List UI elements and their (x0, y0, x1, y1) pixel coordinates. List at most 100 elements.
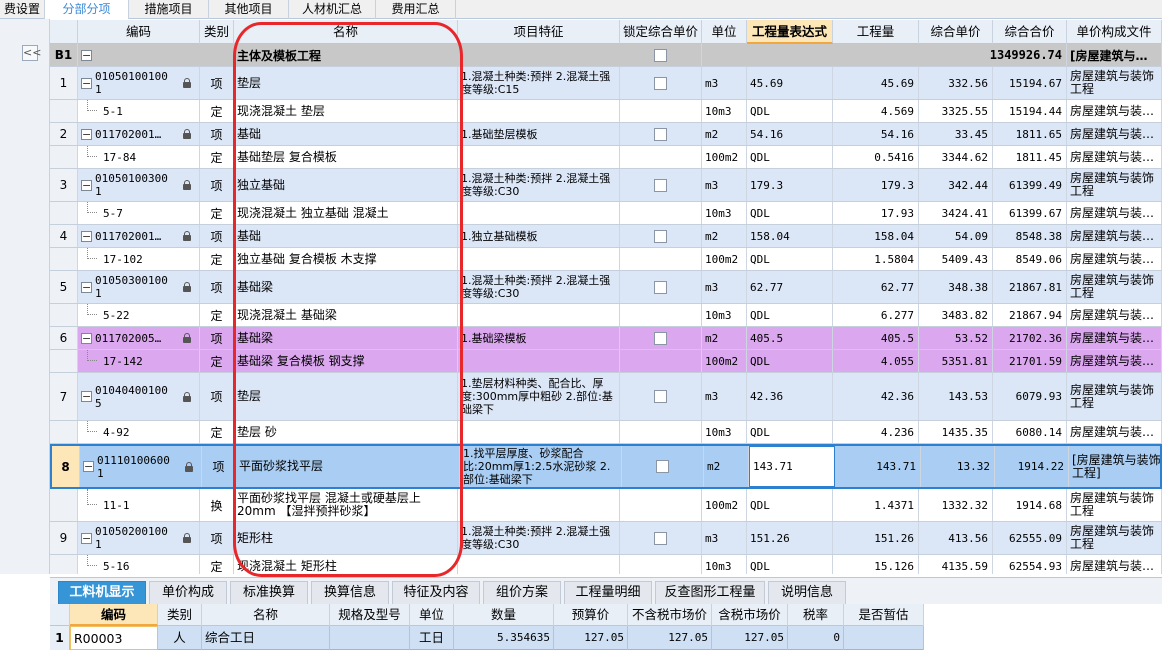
quota-sub-row[interactable]: 11-1 换平面砂浆找平层 混凝土或硬基层上 20mm 【湿拌预拌砂浆】 100m2… (50, 489, 1162, 522)
resource-col-market-in-tax[interactable]: 含税市场价 (712, 604, 788, 626)
resource-col-estimated[interactable]: 是否暂估 (844, 604, 924, 626)
collapse-panel-button[interactable]: << (22, 45, 41, 61)
bill-item-row[interactable]: 1−01050100100 1 项垫层 1.混凝土种类:预拌 2.混凝土强度等级:C… (50, 67, 1162, 100)
lock-price-cell[interactable] (622, 446, 704, 487)
lock-checkbox[interactable] (656, 460, 669, 473)
item-code-cell[interactable]: 5-7 (78, 202, 200, 224)
lock-price-cell[interactable] (620, 522, 702, 554)
collapse-toggle-icon[interactable]: − (81, 230, 92, 242)
tab-labor-material-summary[interactable]: 人材机汇总 (289, 0, 376, 19)
resource-col-unit[interactable]: 单位 (410, 604, 454, 626)
resource-col-quantity[interactable]: 数量 (454, 604, 554, 626)
collapse-toggle-icon[interactable]: − (81, 49, 92, 61)
lock-price-cell[interactable] (620, 327, 702, 349)
lock-price-cell[interactable] (620, 489, 702, 521)
lock-price-cell[interactable] (620, 169, 702, 201)
lock-price-cell[interactable] (620, 350, 702, 372)
qty-expression[interactable]: QDL (747, 100, 833, 122)
item-code-cell[interactable]: −01110100600 1 (80, 446, 202, 487)
lock-price-cell[interactable] (620, 271, 702, 303)
qty-expression[interactable]: QDL (747, 489, 833, 521)
lock-price-cell[interactable] (620, 555, 702, 574)
item-code-cell[interactable]: 5-22 (78, 304, 200, 326)
quota-sub-row[interactable]: 5-16 定现浇混凝土 矩形柱 10m3 QDL 15.126 4135.59 62554.… (50, 555, 1162, 574)
quota-sub-row[interactable]: 5-22 定现浇混凝土 基础梁 10m3 QDL 6.277 3483.82 21867.9… (50, 304, 1162, 327)
qty-expression[interactable]: QDL (747, 304, 833, 326)
section-row[interactable]: B1 − 主体及模板工程 1349926.74 [房屋建筑与… (50, 44, 1162, 67)
qty-expression[interactable]: 42.36 (747, 373, 833, 420)
item-code-cell[interactable]: 17-102 (78, 248, 200, 270)
bill-item-row[interactable]: 6−011702005… 项基础梁 1.基础梁模板 m2 405.5 405.5 53.52… (50, 327, 1162, 350)
qty-expression[interactable]: 62.77 (747, 271, 833, 303)
bill-item-row[interactable]: 5−01050300100 1 项基础梁 1.混凝土种类:预拌 2.混凝土强度等级:… (50, 271, 1162, 304)
item-code-cell[interactable]: −011702001… (78, 225, 200, 247)
col-header-type[interactable]: 类别 (200, 20, 234, 44)
quota-sub-row[interactable]: 5-7 定现浇混凝土 独立基础 混凝土 10m3 QDL 17.93 3424.41 613… (50, 202, 1162, 225)
collapse-toggle-icon[interactable]: − (81, 281, 92, 293)
resource-col-type[interactable]: 类别 (158, 604, 202, 626)
quota-sub-row[interactable]: 5-1 定现浇混凝土 垫层 10m3 QDL 4.569 3325.55 15194.44 房… (50, 100, 1162, 123)
quota-sub-row[interactable]: 17-142 定基础梁 复合模板 钢支撑 100m2 QDL 4.055 5351.81 2… (50, 350, 1162, 373)
lock-price-cell[interactable] (620, 225, 702, 247)
qty-expression[interactable]: 179.3 (747, 169, 833, 201)
lock-price-cell[interactable] (620, 100, 702, 122)
item-code-cell[interactable]: −01050100100 1 (78, 67, 200, 99)
tab-fee-settings[interactable]: 费设置 (0, 0, 45, 19)
tab-quantity-detail[interactable]: 工程量明细 (564, 581, 652, 605)
qty-expression[interactable]: QDL (747, 421, 833, 443)
item-code-cell[interactable]: 5-16 (78, 555, 200, 574)
tab-unit-price-composition[interactable]: 单价构成 (149, 581, 227, 605)
collapse-toggle-icon[interactable]: − (81, 332, 92, 344)
item-code-cell[interactable]: −011702005… (78, 327, 200, 349)
lock-checkbox[interactable] (654, 178, 667, 192)
col-header-price-file[interactable]: 单价构成文件 (1067, 20, 1162, 44)
item-code-cell[interactable]: −01050200100 1 (78, 522, 200, 554)
lock-price-cell[interactable] (620, 202, 702, 224)
qty-expression[interactable]: 143.71 (749, 446, 835, 487)
col-header-unit-price[interactable]: 综合单价 (919, 20, 993, 44)
tab-measures[interactable]: 措施项目 (129, 0, 209, 19)
bill-item-row[interactable]: 8−01110100600 1 项平面砂浆找平层 1.找平层厚度、砂浆配合比:20m… (50, 444, 1162, 489)
item-code-cell[interactable]: −01050100300 1 (78, 169, 200, 201)
quota-sub-row[interactable]: 4-92 定垫层 砂 10m3 QDL 4.236 1435.35 6080.14 房屋建筑与… (50, 421, 1162, 444)
lock-checkbox[interactable] (654, 127, 667, 141)
tab-conversion-info[interactable]: 换算信息 (311, 581, 389, 605)
resource-col-name[interactable]: 名称 (202, 604, 330, 626)
resource-col-market-ex-tax[interactable]: 不含税市场价 (628, 604, 712, 626)
col-header-quantity[interactable]: 工程量 (833, 20, 919, 44)
tab-other-items[interactable]: 其他项目 (209, 0, 289, 19)
bill-item-row[interactable]: 4−011702001… 项基础 1.独立基础模板 m2 158.04 158.04 54.… (50, 225, 1162, 248)
collapse-toggle-icon[interactable]: − (81, 532, 92, 544)
item-code-cell[interactable]: 5-1 (78, 100, 200, 122)
lock-price-cell[interactable] (620, 123, 702, 145)
bill-item-row[interactable]: 9−01050200100 1 项矩形柱 1.混凝土种类:预拌 2.混凝土强度等级:… (50, 522, 1162, 555)
item-code-cell[interactable]: 17-142 (78, 350, 200, 372)
lock-checkbox[interactable] (654, 390, 667, 403)
lock-price-cell[interactable] (620, 304, 702, 326)
resource-col-budget-price[interactable]: 预算价 (554, 604, 628, 626)
lock-price-cell[interactable] (620, 421, 702, 443)
item-code-cell[interactable]: −01040400100 5 (78, 373, 200, 420)
col-header-total-price[interactable]: 综合合价 (993, 20, 1067, 44)
col-header-lock-price[interactable]: 锁定综合单价 (620, 20, 702, 44)
collapse-toggle-icon[interactable]: − (81, 391, 92, 402)
collapse-toggle-icon[interactable]: − (81, 128, 92, 140)
qty-expression[interactable]: 45.69 (747, 67, 833, 99)
lock-checkbox[interactable] (654, 331, 667, 345)
col-header-unit[interactable]: 单位 (702, 20, 747, 44)
resource-row[interactable]: 1 R00003 人 综合工日 工日 5.354635 127.05 127.0… (50, 626, 924, 650)
qty-expression[interactable]: QDL (747, 248, 833, 270)
qty-expression[interactable]: QDL (747, 202, 833, 224)
item-code-cell[interactable]: −011702001… (78, 123, 200, 145)
lock-price-cell[interactable] (620, 146, 702, 168)
qty-expression[interactable]: 151.26 (747, 522, 833, 554)
qty-expression[interactable]: QDL (747, 350, 833, 372)
col-header-qty-expression[interactable]: 工程量表达式 (747, 20, 833, 44)
collapse-toggle-icon[interactable]: − (81, 179, 92, 191)
lock-checkbox[interactable] (654, 229, 667, 243)
bill-item-row[interactable]: 7−01040400100 5 项垫层 1.垫层材料种类、配合比、厚度:300mm厚… (50, 373, 1162, 421)
qty-expression[interactable]: 405.5 (747, 327, 833, 349)
tab-pricing-scheme[interactable]: 组价方案 (483, 581, 561, 605)
resource-col-spec[interactable]: 规格及型号 (330, 604, 410, 626)
bill-item-row[interactable]: 3−01050100300 1 项独立基础 1.混凝土种类:预拌 2.混凝土强度等级… (50, 169, 1162, 202)
